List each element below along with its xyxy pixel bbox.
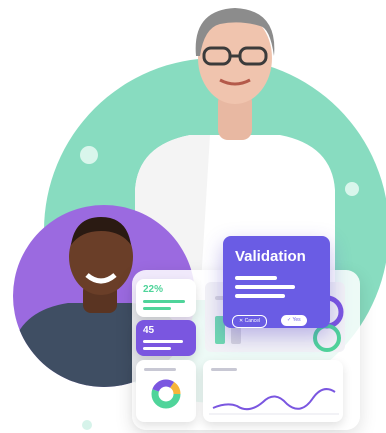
cancel-button[interactable]: ✕ Cancel — [232, 315, 268, 328]
dialog-text-line — [235, 294, 285, 298]
validation-dialog: Validation ✕ Cancel ✓ Yes — [223, 236, 330, 328]
stat-card-percent[interactable]: 22% — [136, 279, 196, 317]
donut-chart-card[interactable] — [136, 360, 196, 422]
stat-card-count[interactable]: 45 — [136, 320, 196, 356]
stat-bar — [143, 347, 171, 350]
dialog-text-line — [235, 276, 277, 280]
decor-dot — [82, 420, 92, 430]
donut-chart-icon — [151, 379, 181, 409]
yes-button[interactable]: ✓ Yes — [281, 315, 307, 326]
stat-value: 45 — [143, 325, 155, 336]
stat-bar — [143, 307, 171, 310]
line-chart-icon — [209, 388, 339, 415]
dialog-text-line — [235, 285, 295, 289]
stat-bar — [143, 340, 183, 343]
line-chart-card[interactable] — [203, 360, 343, 422]
card-heading-bar — [144, 368, 176, 371]
stat-value: 22% — [143, 284, 164, 295]
stat-bar — [143, 300, 185, 303]
dialog-title: Validation — [235, 248, 306, 265]
decor-dot — [80, 146, 98, 164]
card-heading-bar — [211, 368, 237, 371]
